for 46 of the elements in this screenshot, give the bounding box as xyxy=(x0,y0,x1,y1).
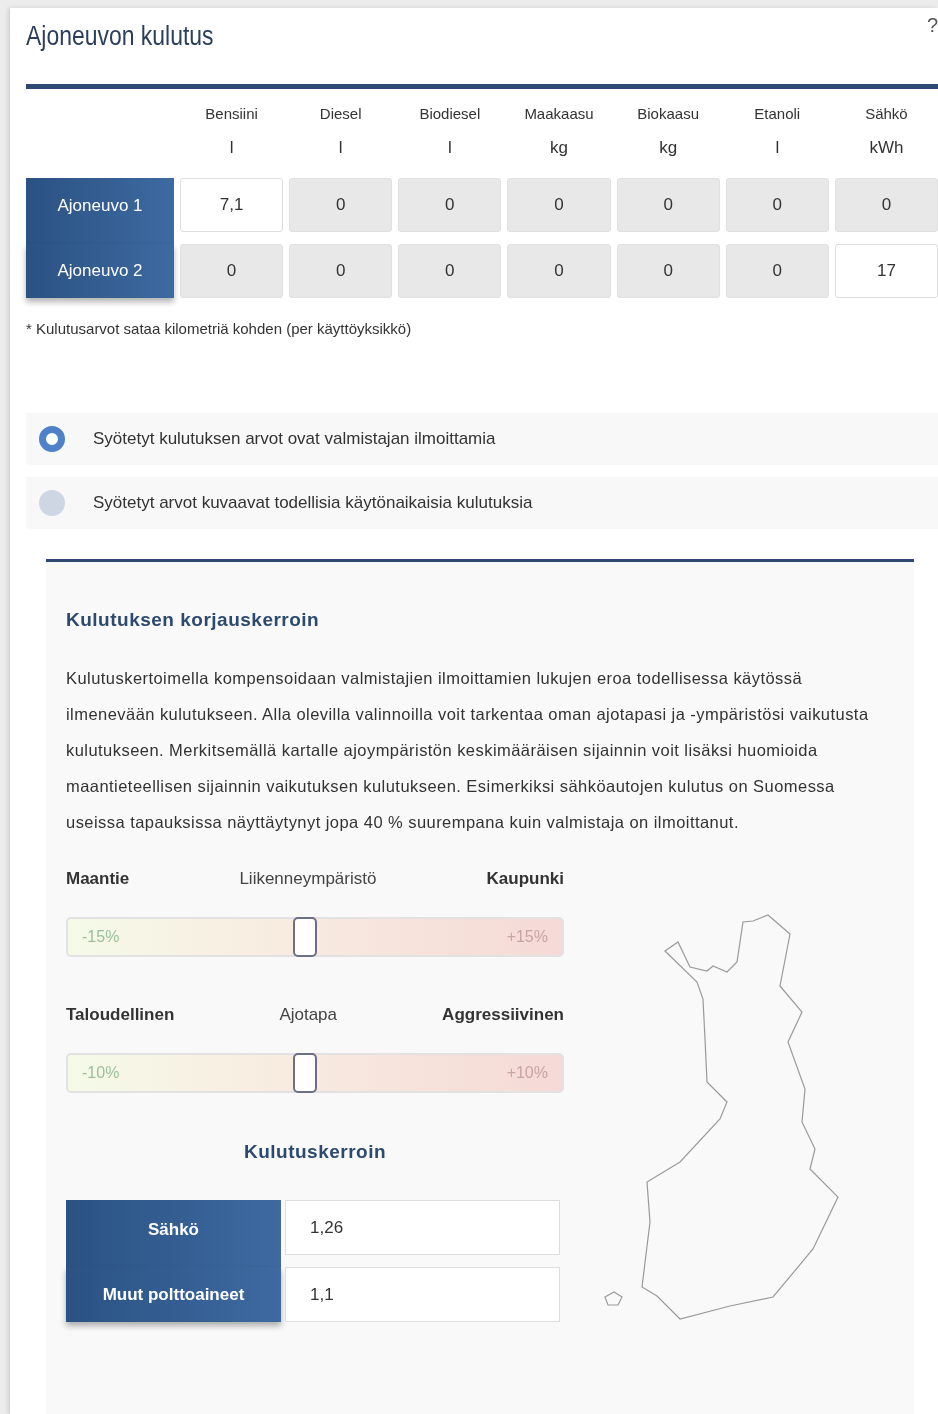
slider-min-label: Maantie xyxy=(66,869,130,889)
row-header: Muut polttoaineet xyxy=(66,1267,281,1322)
consumption-input[interactable]: 7,1 xyxy=(180,178,284,232)
min-value: -10% xyxy=(82,1064,120,1082)
section-heading: Kulutuksen korjauskerroin xyxy=(66,609,321,631)
column-header: Biokaasu xyxy=(637,105,699,122)
max-value: +15% xyxy=(506,928,548,946)
unit-label: kg xyxy=(550,138,568,158)
help-link[interactable]: ? xyxy=(926,14,938,37)
column-header: Sähkö xyxy=(865,105,908,122)
column-header: Biodiesel xyxy=(419,105,481,122)
radio-button[interactable] xyxy=(39,426,65,452)
unit-label: l xyxy=(229,138,234,158)
row-header: Sähkö xyxy=(66,1200,281,1267)
footnote: * Kulutusarvot sataa kilometriä kohden (per käyttöyksikkö) xyxy=(26,320,413,337)
slider-thumb[interactable] xyxy=(293,1053,318,1093)
row-header: Ajoneuvo 1 xyxy=(26,178,174,244)
page-title: Ajoneuvon kulutus xyxy=(26,20,214,52)
row-header: Ajoneuvo 2 xyxy=(26,244,174,298)
slider-title: Liikenneympäristö xyxy=(239,869,377,889)
unit-label: kWh xyxy=(869,138,904,158)
column-header: Bensiini xyxy=(205,105,258,122)
radio-label: Syötetyt arvot kuvaavat todellisia käytönaikaisia kulutuksia xyxy=(93,493,533,513)
slider-title: Ajotapa xyxy=(279,1005,338,1025)
radio-option[interactable]: Syötetyt kulutuksen arvot ovat valmistajan ilmoittamia xyxy=(26,413,938,465)
radio-label: Syötetyt kulutuksen arvot ovat valmistajan ilmoittamia xyxy=(93,429,496,449)
slider-max-label: Kaupunki xyxy=(486,869,564,889)
column-header: Diesel xyxy=(319,105,362,122)
slider-min-label: Taloudellinen xyxy=(66,1005,175,1025)
unit-label: l xyxy=(447,138,452,158)
unit-label: kg xyxy=(659,138,678,158)
consumption-input[interactable]: 17 xyxy=(834,244,938,298)
factor-input[interactable]: 1,26 xyxy=(285,1200,560,1255)
description-paragraph: Kulutuskertoimella kompensoidaan valmistajien ilmoittamien lukujen eroa todellisessa käytössä ilmenevään kulutukseen. Alla olevilla valinnoilla voit tarkentaa oman ajotapasi ja -ympäristösi vaikutusta kulutukseen. Merkitsemällä kartalle ajoympäristön keskimääräisen sijainnin voit lisäksi huomioida maantieteellisen sijainnin vaikutuksen kulutukseen. Esimerkiksi sähköautojen kulutus on Suomessa useissa tapauksissa näyttäytynyt jopa 40 % suurempana kuin valmistaja on ilmoittanut. xyxy=(66,668,870,833)
radio-option[interactable]: Syötetyt arvot kuvaavat todellisia käytönaikaisia kulutuksia xyxy=(26,477,938,529)
slider-thumb[interactable] xyxy=(293,917,318,957)
unit-label: l xyxy=(338,138,343,158)
min-value: -15% xyxy=(82,928,120,946)
radio-button[interactable] xyxy=(39,490,65,516)
slider-max-label: Aggressiivinen xyxy=(442,1005,564,1025)
column-header: Etanoli xyxy=(754,105,801,122)
unit-label: l xyxy=(775,138,780,158)
factor-input[interactable]: 1,1 xyxy=(285,1267,560,1322)
factor-heading: Kulutuskerroin xyxy=(242,1141,388,1163)
max-value: +10% xyxy=(506,1064,548,1082)
column-header: Maakaasu xyxy=(524,105,594,122)
